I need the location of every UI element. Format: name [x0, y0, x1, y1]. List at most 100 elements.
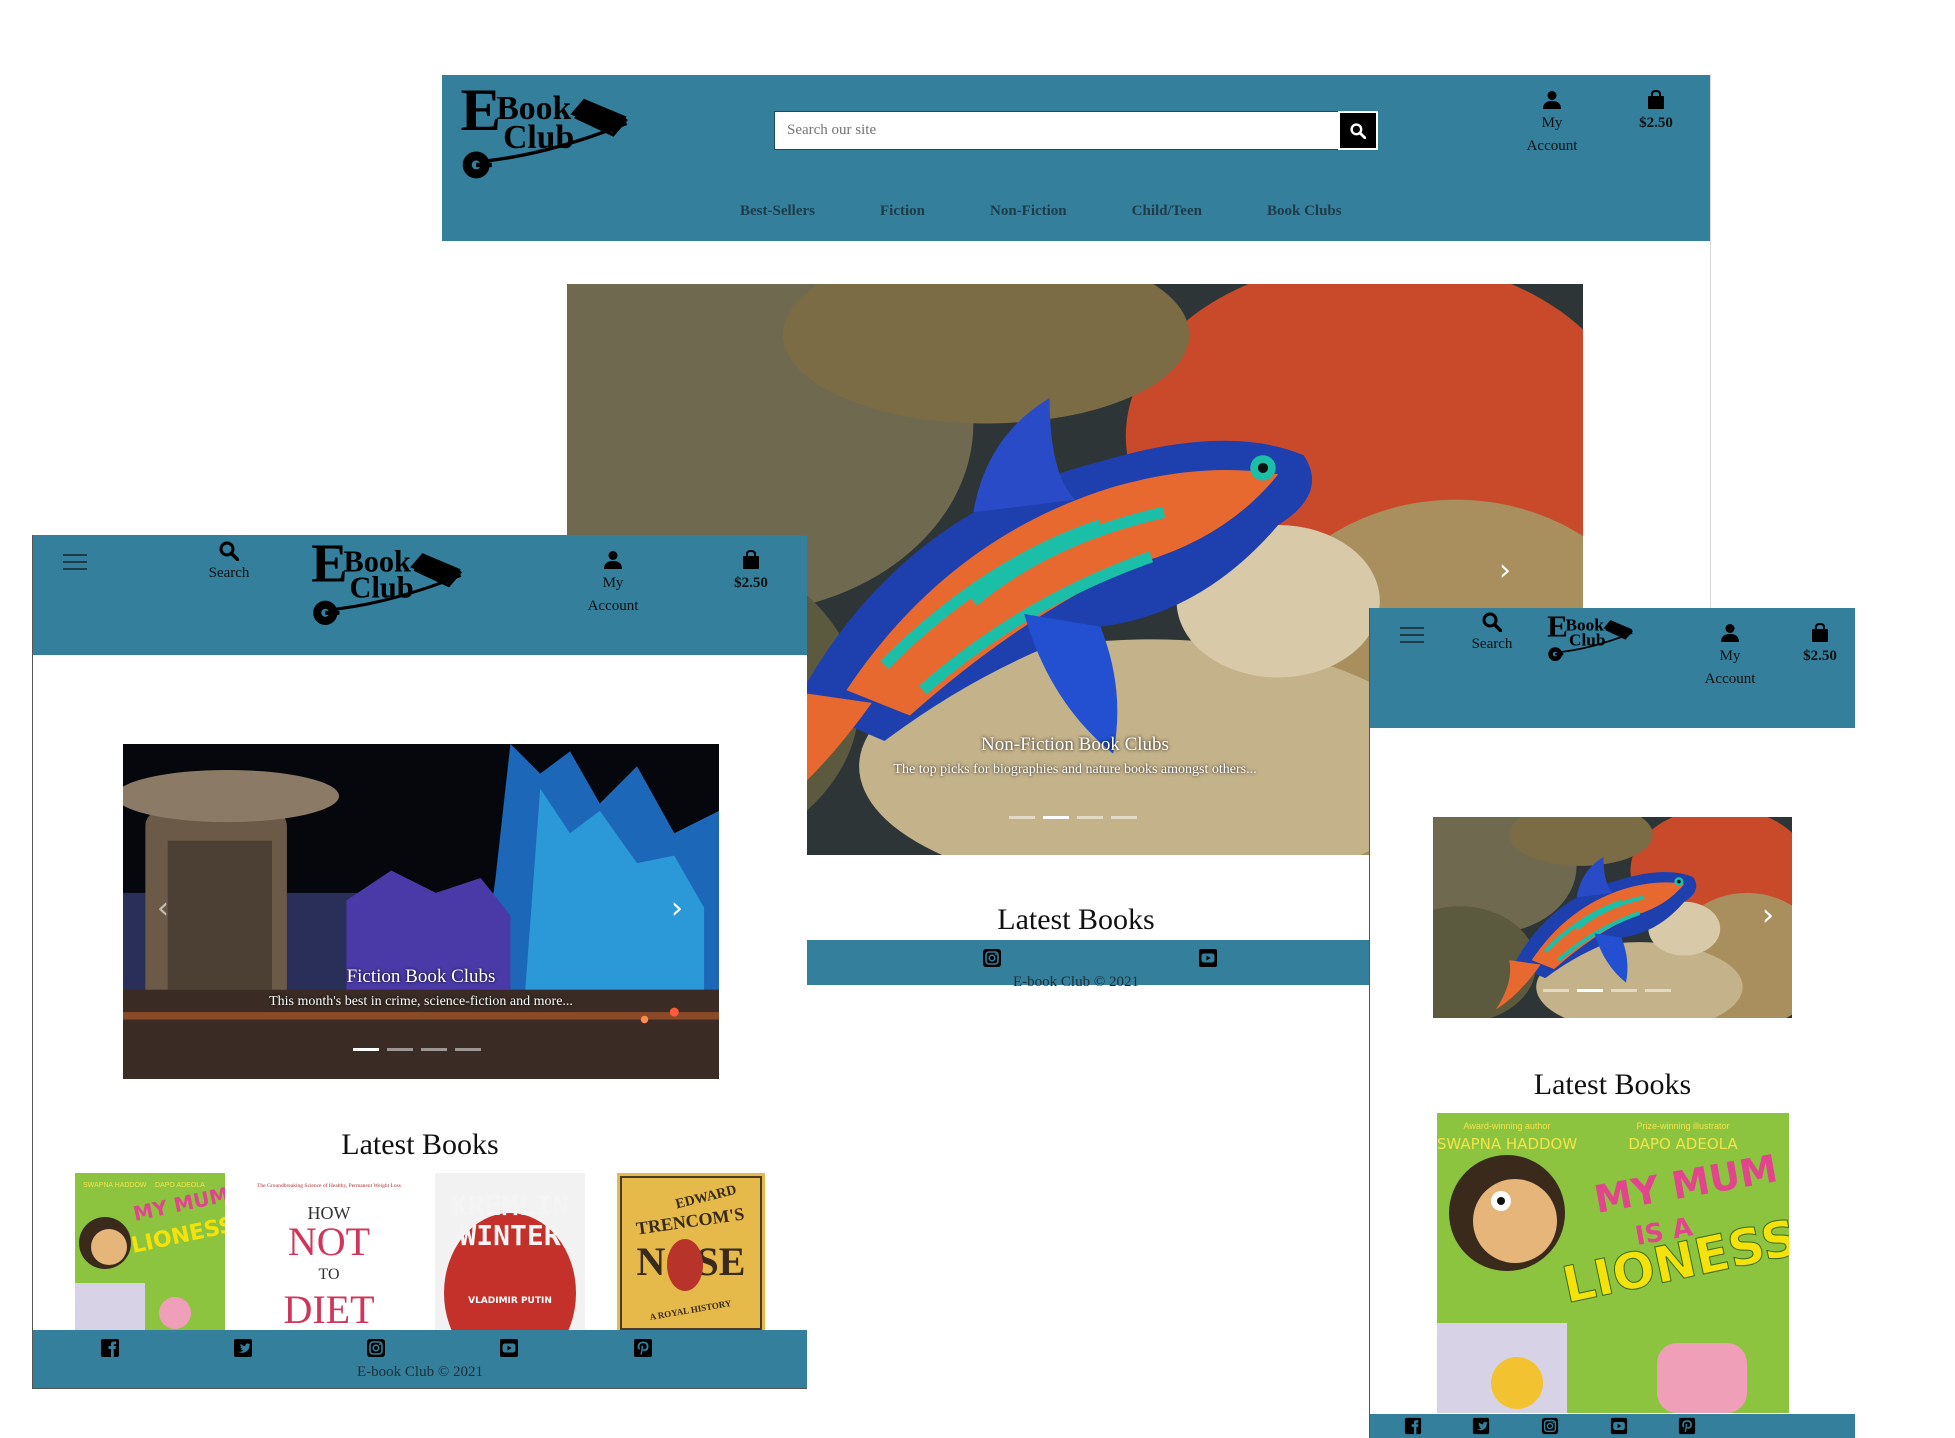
account-label-line1: My	[1719, 648, 1741, 664]
youtube-icon[interactable]	[1610, 1417, 1628, 1438]
facebook-icon[interactable]	[100, 1338, 120, 1363]
book-cover-how-not-to-diet[interactable]: The Groundbreaking Science of Healthy, P…	[257, 1173, 401, 1333]
account-label-line2: Account	[587, 598, 639, 614]
hero-carousel: ‹ › Fiction Book Clubs This month's best…	[123, 744, 719, 1079]
carousel-next-arrow[interactable]: ›	[1499, 556, 1511, 586]
account-link[interactable]: My Account	[1522, 89, 1582, 159]
youtube-icon[interactable]	[499, 1338, 519, 1363]
carousel-next-arrow[interactable]: ›	[1762, 901, 1774, 931]
search-toggle[interactable]: Search	[1462, 612, 1522, 657]
mobile-navbar: Search My Account $2.50	[1370, 608, 1855, 728]
carousel-indicator[interactable]	[1645, 989, 1671, 992]
carousel-prev-arrow[interactable]: ‹	[157, 894, 169, 924]
site-logo[interactable]	[1546, 612, 1638, 664]
shopping-bag-icon	[741, 549, 761, 571]
site-logo[interactable]	[458, 83, 638, 184]
carousel-indicators	[353, 1048, 481, 1051]
search-label: Search	[1471, 636, 1513, 652]
main-nav: Best-Sellers Fiction Non-Fiction Child/T…	[740, 203, 1407, 220]
carousel-next-arrow[interactable]: ›	[671, 894, 683, 924]
book-subtitle: VLADIMIR PUTIN	[468, 1296, 552, 1306]
cart-total: $2.50	[734, 575, 768, 591]
search-toggle[interactable]: Search	[199, 541, 259, 586]
carousel-indicator-active[interactable]	[1577, 989, 1603, 992]
hero-slide-image	[123, 744, 719, 1079]
hamburger-menu-icon[interactable]	[63, 553, 87, 571]
book-illustrator: DAPO ADEOLA	[1628, 1135, 1738, 1153]
search-icon	[219, 541, 239, 561]
svg-text:DIET: DIET	[283, 1287, 374, 1332]
hero-caption-text: This month's best in crime, science-fict…	[269, 994, 573, 1009]
account-link[interactable]: My Account	[583, 549, 643, 619]
carousel-indicator-active[interactable]	[353, 1048, 379, 1051]
tablet-footer: E-book Club © 2021	[33, 1330, 807, 1388]
book-subtitle: The Groundbreaking Science of Healthy, P…	[257, 1182, 401, 1189]
site-logo[interactable]	[309, 539, 471, 630]
book-cover-kremlin-winter[interactable]: KREMLIN WINTER VLADIMIR PUTIN	[435, 1173, 585, 1333]
book-author: SWAPNA HADDOW	[1437, 1135, 1577, 1153]
carousel-indicator[interactable]	[1111, 816, 1137, 819]
facebook-icon[interactable]	[1404, 1417, 1422, 1438]
svg-text:WINTER: WINTER	[459, 1219, 560, 1252]
nav-child-teen[interactable]: Child/Teen	[1132, 203, 1202, 220]
svg-text:NOT: NOT	[288, 1219, 370, 1264]
book-illustrator-note: Prize-winning illustrator	[1636, 1121, 1729, 1131]
youtube-icon[interactable]	[1198, 948, 1218, 973]
tablet-navbar: Search My Account $2.50	[33, 535, 807, 655]
nav-fiction[interactable]: Fiction	[880, 203, 925, 220]
svg-text:TO: TO	[318, 1266, 339, 1283]
carousel-indicator[interactable]	[421, 1048, 447, 1051]
book-cover-my-mum-is-a-lioness[interactable]: Award-winning author SWAPNA HADDOW Prize…	[1437, 1113, 1789, 1413]
carousel-indicator-active[interactable]	[1043, 816, 1069, 819]
shopping-bag-icon	[1810, 622, 1830, 644]
instagram-icon[interactable]	[366, 1338, 386, 1363]
book-author: SWAPNA HADDOW	[83, 1182, 147, 1189]
carousel-indicators	[1543, 989, 1671, 992]
instagram-icon[interactable]	[1541, 1417, 1559, 1438]
desktop-navbar: My Account $2.50 Best-Sellers Fiction No…	[442, 75, 1710, 241]
carousel-indicator[interactable]	[1611, 989, 1637, 992]
cart-link[interactable]: $2.50	[1626, 89, 1686, 136]
account-label-line1: My	[1541, 115, 1563, 131]
instagram-icon[interactable]	[982, 948, 1002, 973]
cart-link[interactable]: $2.50	[721, 549, 781, 596]
book-author-note: Award-winning author	[1464, 1121, 1551, 1131]
search-icon	[1350, 123, 1366, 139]
pinterest-icon[interactable]	[1678, 1417, 1696, 1438]
latest-books-heading: Latest Books	[341, 1128, 499, 1161]
twitter-icon[interactable]	[233, 1338, 253, 1363]
nav-book-clubs[interactable]: Book Clubs	[1267, 203, 1342, 220]
cart-total: $2.50	[1639, 115, 1673, 131]
mobile-footer	[1370, 1414, 1855, 1438]
cart-total: $2.50	[1803, 648, 1837, 664]
account-label-line1: My	[602, 575, 624, 591]
hero-caption-title: Fiction Book Clubs	[346, 966, 496, 987]
pinterest-icon[interactable]	[633, 1338, 653, 1363]
carousel-indicators	[1009, 816, 1137, 819]
search-button[interactable]	[1338, 111, 1378, 150]
book-cover-trencoms-nose[interactable]: EDWARD TRENCOM'S NOSE A ROYAL HISTORY	[617, 1173, 765, 1333]
search-form	[774, 111, 1378, 150]
cart-link[interactable]: $2.50	[1790, 622, 1850, 669]
hero-slide-image	[1433, 817, 1792, 1018]
mobile-view: Search My Account $2.50 › Latest Books A…	[1369, 608, 1855, 1438]
hamburger-menu-icon[interactable]	[1400, 626, 1424, 644]
account-label-line2: Account	[1704, 671, 1756, 687]
carousel-indicator[interactable]	[387, 1048, 413, 1051]
twitter-icon[interactable]	[1472, 1417, 1490, 1438]
carousel-indicator[interactable]	[455, 1048, 481, 1051]
account-link[interactable]: My Account	[1700, 622, 1760, 692]
footer-copyright: E-book Club © 2021	[357, 1364, 483, 1380]
search-input[interactable]	[774, 111, 1338, 150]
user-icon	[603, 549, 623, 571]
tablet-view: Search My Account $2.50 ‹ › Fiction Book…	[32, 535, 807, 1389]
carousel-indicator[interactable]	[1543, 989, 1569, 992]
carousel-indicator[interactable]	[1077, 816, 1103, 819]
book-cover-my-mum-is-a-lioness[interactable]: SWAPNA HADDOW DAPO ADEOLA MY MUM LIONESS	[75, 1173, 225, 1333]
hero-carousel: ›	[1433, 817, 1792, 1018]
carousel-indicator[interactable]	[1009, 816, 1035, 819]
svg-text:KREMLIN: KREMLIN	[451, 1189, 569, 1222]
user-icon	[1542, 89, 1562, 111]
nav-non-fiction[interactable]: Non-Fiction	[990, 203, 1067, 220]
nav-best-sellers[interactable]: Best-Sellers	[740, 203, 815, 220]
